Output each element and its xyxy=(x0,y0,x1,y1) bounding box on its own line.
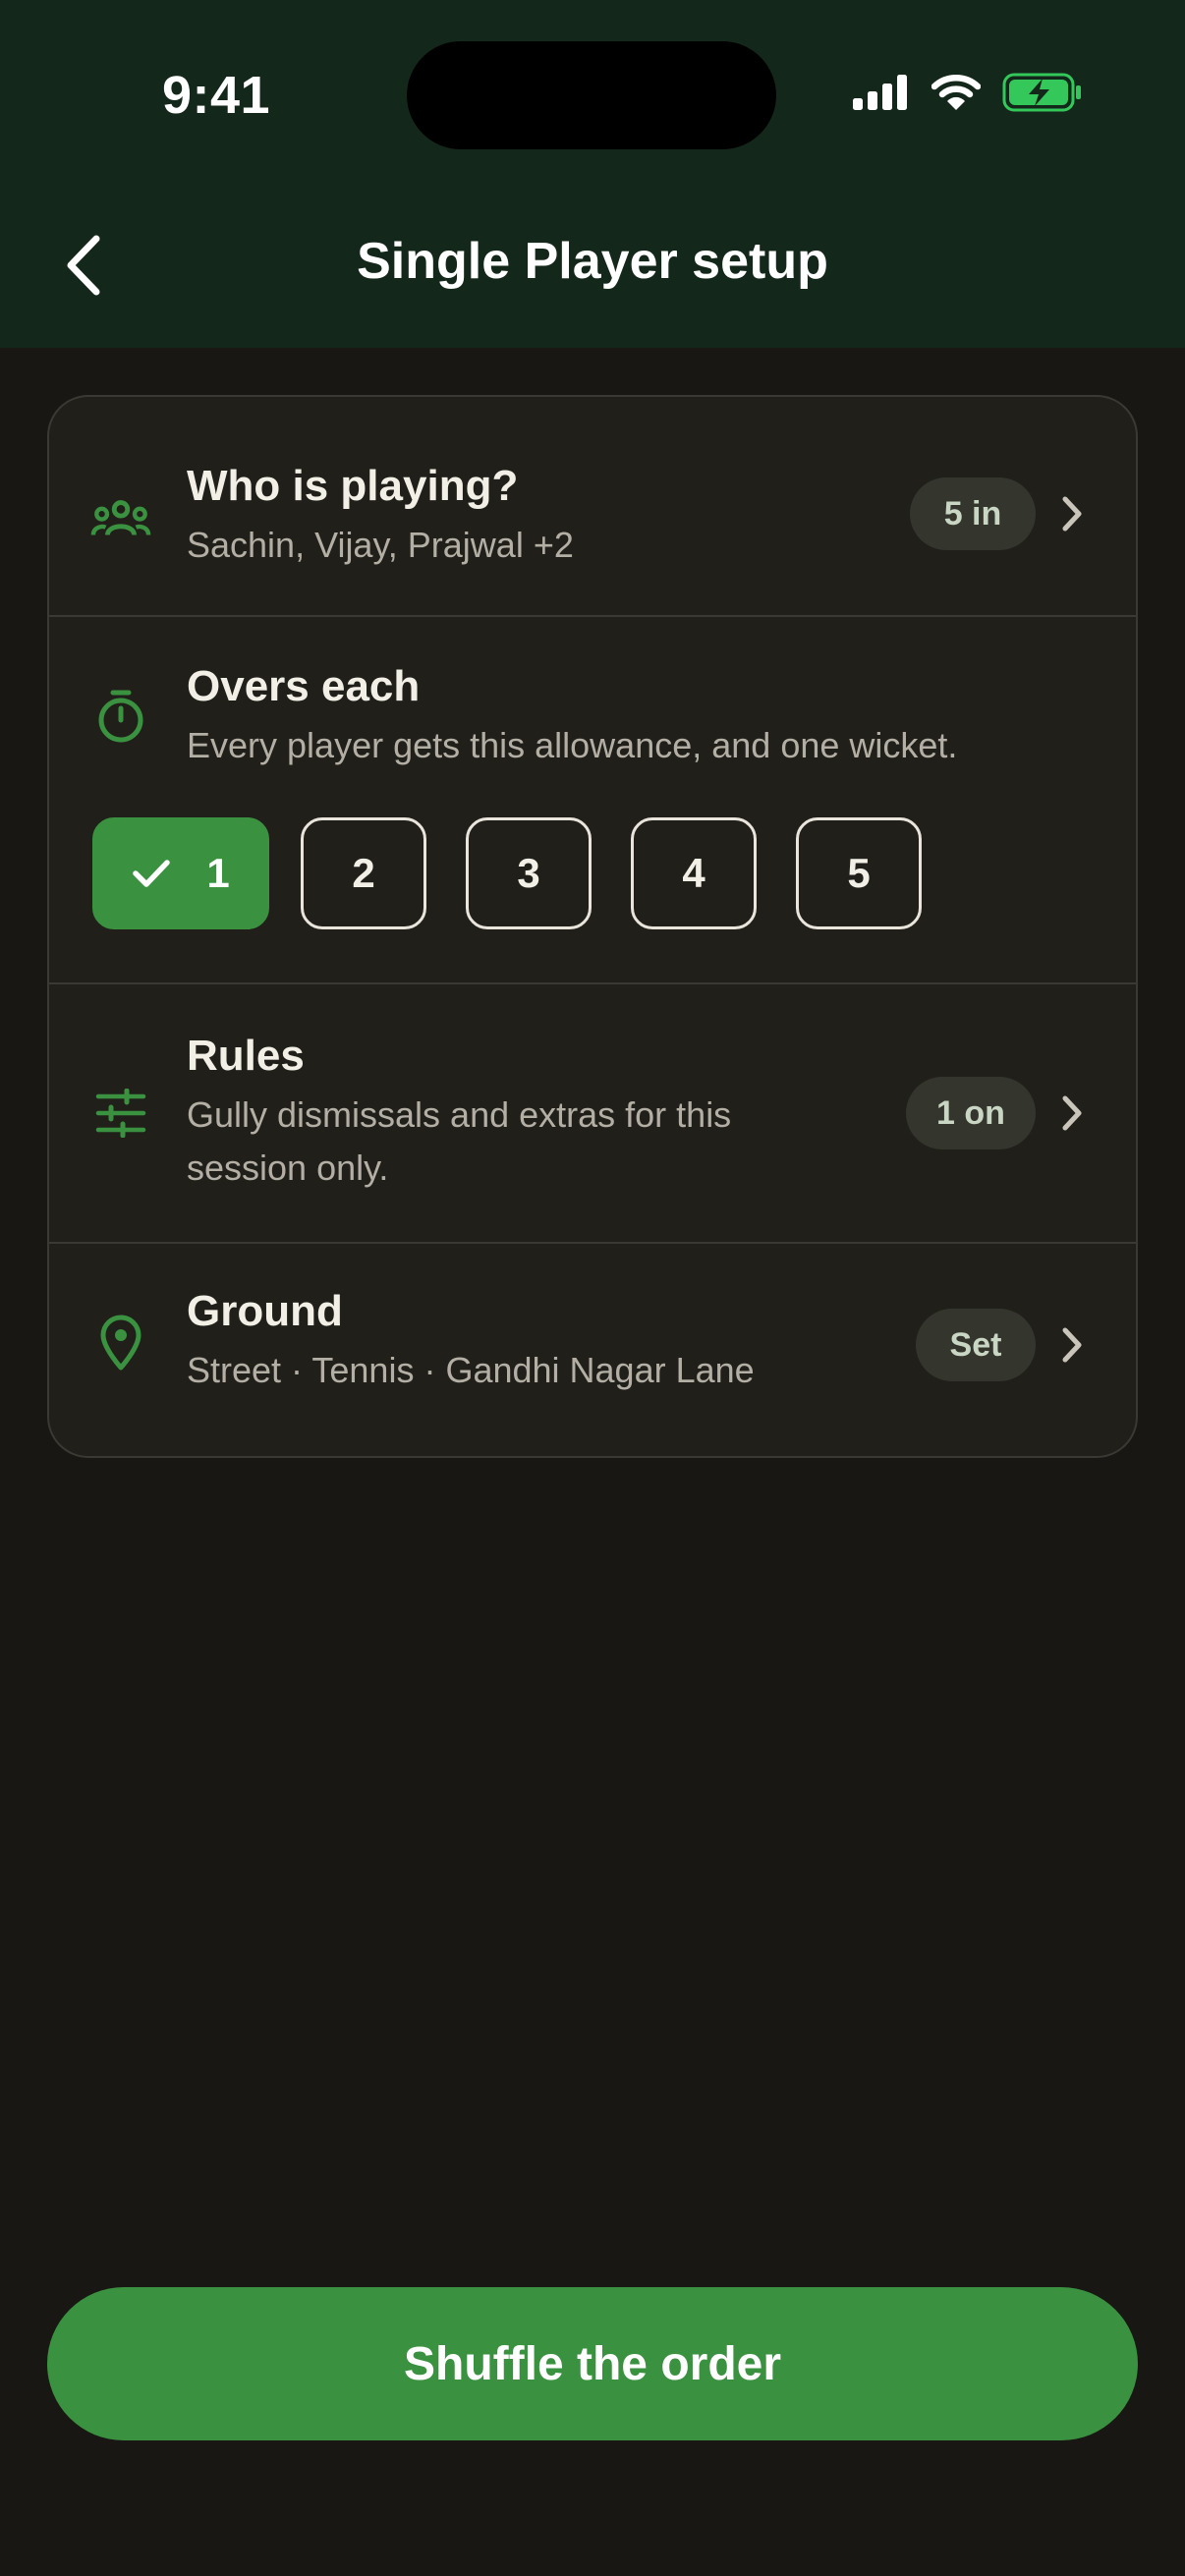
chevron-right-icon xyxy=(1055,1089,1089,1138)
players-row[interactable]: Who is playing? Sachin, Vijay, Prajwal +… xyxy=(49,397,1136,615)
rules-count-badge: 1 on xyxy=(906,1077,1036,1149)
rules-subtitle-line2: session only. xyxy=(187,1148,389,1188)
ground-status-badge: Set xyxy=(916,1309,1036,1381)
rules-title: Rules xyxy=(187,1032,305,1080)
overs-option-3[interactable]: 3 xyxy=(466,817,592,929)
group-icon xyxy=(90,489,151,550)
chevron-right-icon xyxy=(1055,489,1089,538)
status-time: 9:41 xyxy=(161,66,271,125)
overs-title: Overs each xyxy=(187,662,421,710)
overs-option-5[interactable]: 5 xyxy=(796,817,922,929)
chevron-right-icon xyxy=(1055,1320,1089,1370)
overs-option-label: 5 xyxy=(847,850,871,896)
overs-option-label: 1 xyxy=(206,850,230,896)
overs-option-4[interactable]: 4 xyxy=(631,817,757,929)
timer-icon xyxy=(90,686,151,747)
players-count-badge: 5 in xyxy=(910,477,1036,550)
overs-option-2[interactable]: 2 xyxy=(301,817,426,929)
wifi-icon xyxy=(931,74,982,116)
page-title: Single Player setup xyxy=(357,233,828,290)
overs-option-label: 3 xyxy=(517,850,540,896)
rules-subtitle-line1: Gully dismissals and extras for this xyxy=(187,1094,732,1135)
rules-row[interactable]: Rules Gully dismissals and extras for th… xyxy=(49,984,1136,1242)
status-icons xyxy=(853,73,1083,117)
header: 9:41 Single Player setup xyxy=(0,0,1185,348)
overs-option-label: 4 xyxy=(682,850,705,896)
check-icon xyxy=(133,860,171,887)
ground-row[interactable]: Ground Street · Tennis · Gandhi Nagar La… xyxy=(49,1244,1136,1456)
cellular-signal-icon xyxy=(853,75,910,115)
location-pin-icon xyxy=(90,1313,151,1373)
setup-screen: 9:41 Single Player setup Who is playing?… xyxy=(0,0,1185,2576)
players-subtitle: Sachin, Vijay, Prajwal +2 xyxy=(187,525,574,565)
ground-subtitle: Street · Tennis · Gandhi Nagar Lane xyxy=(187,1350,755,1390)
overs-subtitle: Every player gets this allowance, and on… xyxy=(187,725,958,765)
players-title: Who is playing? xyxy=(187,462,519,510)
battery-charging-icon xyxy=(1002,73,1083,117)
dynamic-island xyxy=(407,41,776,149)
overs-option-label: 2 xyxy=(352,850,375,896)
ground-title: Ground xyxy=(187,1287,343,1335)
sliders-icon xyxy=(90,1083,151,1144)
overs-option-1[interactable]: 1 xyxy=(92,817,269,929)
setup-card: Who is playing? Sachin, Vijay, Prajwal +… xyxy=(47,395,1138,1458)
shuffle-order-button[interactable]: Shuffle the order xyxy=(47,2287,1138,2440)
